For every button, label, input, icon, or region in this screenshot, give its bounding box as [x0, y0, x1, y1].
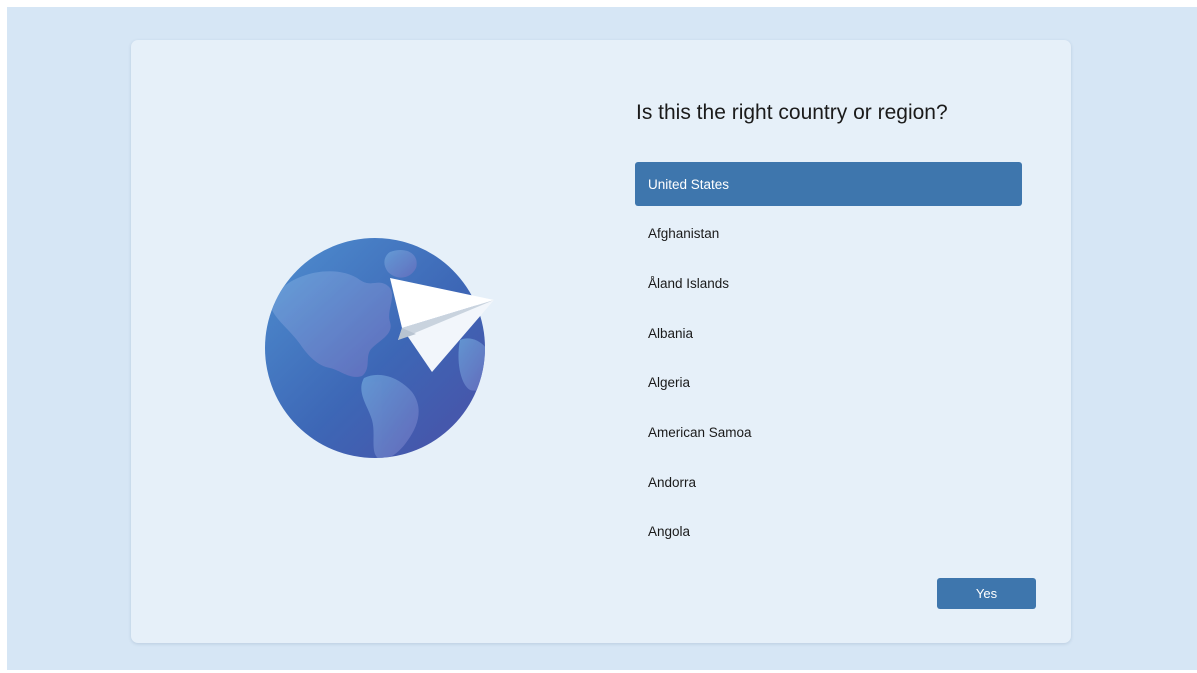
country-list-item[interactable]: Afghanistan [635, 212, 1022, 256]
page-title: Is this the right country or region? [636, 101, 948, 124]
country-list-item[interactable]: Andorra [635, 460, 1022, 504]
country-list[interactable]: United States Afghanistan Åland Islands … [635, 162, 1022, 560]
country-list-item[interactable]: Angola [635, 510, 1022, 554]
country-list-item[interactable]: Algeria [635, 361, 1022, 405]
country-list-item[interactable]: Albania [635, 311, 1022, 355]
country-list-item-selected[interactable]: United States [635, 162, 1022, 206]
country-list-item[interactable]: American Samoa [635, 410, 1022, 454]
country-list-item[interactable]: Åland Islands [635, 261, 1022, 305]
globe-icon [265, 238, 485, 458]
globe-paper-plane-icon [265, 238, 494, 458]
yes-button[interactable]: Yes [937, 578, 1036, 609]
